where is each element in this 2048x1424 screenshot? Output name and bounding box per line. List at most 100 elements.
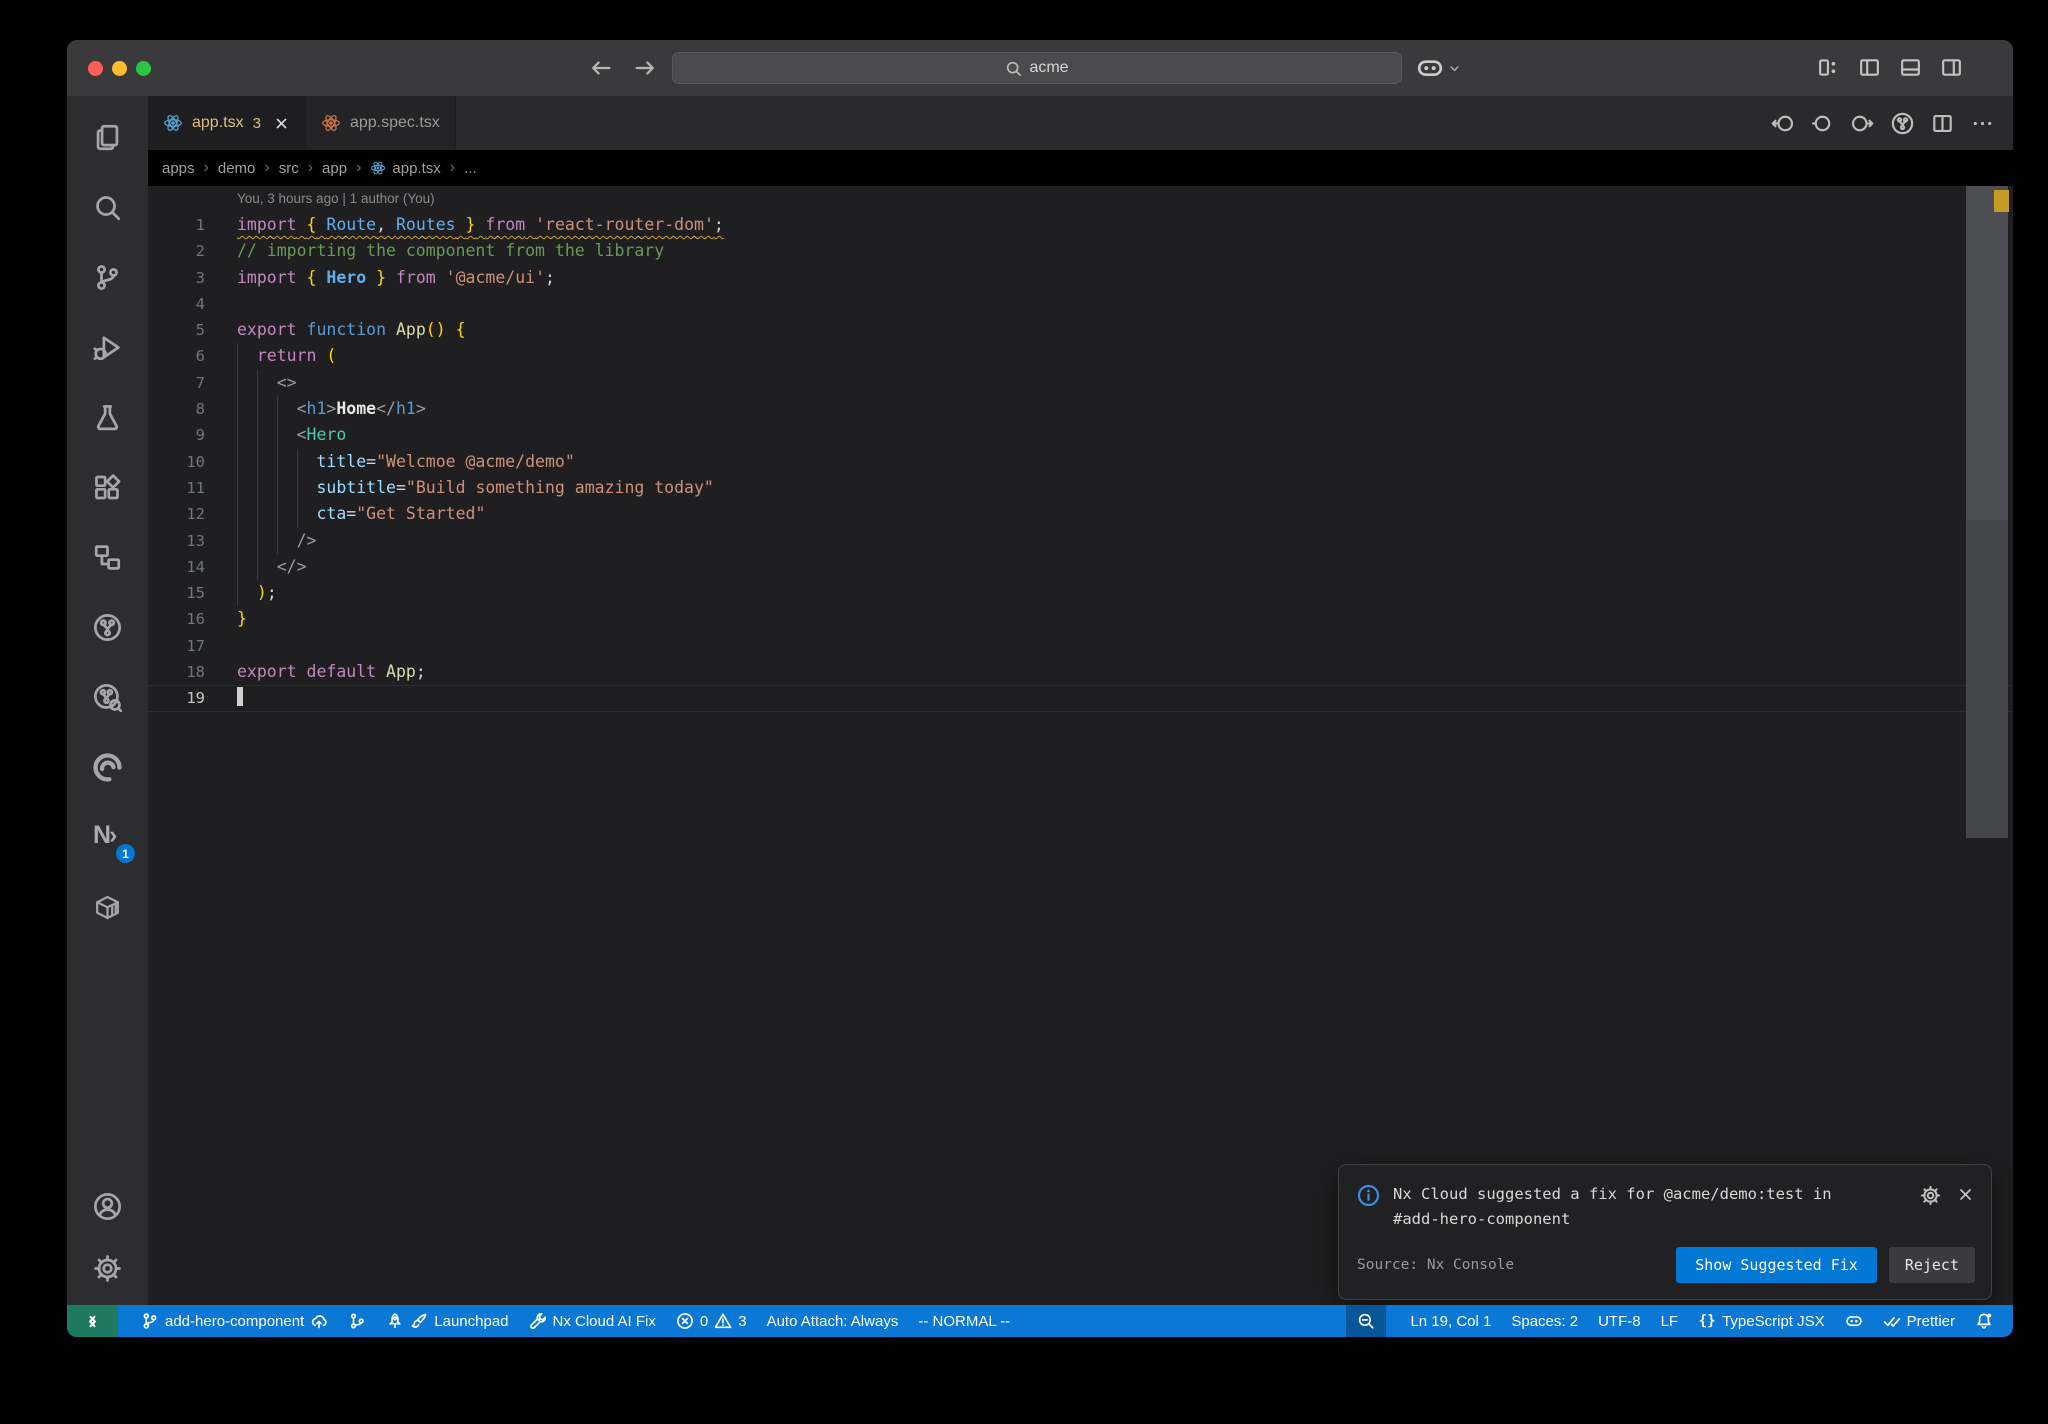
sidebar-item-run-and-debug[interactable] <box>67 312 148 382</box>
sidebar-item-containers[interactable] <box>67 872 148 942</box>
code-line[interactable]: 12 cta="Get Started" <box>148 501 2013 528</box>
panel-bottom-icon[interactable] <box>1899 56 1922 79</box>
indent-guide <box>296 501 298 528</box>
panel-left-icon[interactable] <box>1858 56 1881 79</box>
notification-close-icon[interactable] <box>1956 1185 1975 1204</box>
more-icon[interactable] <box>1971 112 1994 135</box>
sidebar-item-nx-console[interactable]: N› 1 <box>67 802 148 872</box>
code-line-text: import { Route, Routes } from 'react-rou… <box>237 212 724 238</box>
code-line[interactable]: 5 export function App() { <box>148 317 2013 343</box>
code-token: '@acme/ui' <box>445 267 546 287</box>
statusbar-formatter-prettier[interactable]: Prettier <box>1873 1305 1965 1337</box>
statusbar-problems[interactable]: 03 <box>666 1305 757 1337</box>
code-editor[interactable]: You, 3 hours ago | 1 author (You) 1 impor… <box>148 186 2013 1305</box>
statusbar-git-branch[interactable]: add-hero-component <box>131 1305 338 1337</box>
statusbar-cursor-position[interactable]: Ln 19, Col 1 <box>1400 1305 1501 1337</box>
statusbar-source-control-graph[interactable] <box>338 1305 376 1337</box>
breadcrumb-item-app[interactable]: app <box>320 160 349 177</box>
breadcrumb-label: ... <box>464 159 477 177</box>
statusbar-nx-cloud-ai-fix[interactable]: Nx Cloud AI Fix <box>519 1305 666 1337</box>
code-line[interactable]: 14 </> <box>148 553 2013 581</box>
scrollbar-thumb[interactable] <box>1966 186 2008 520</box>
cloud-upload-icon <box>310 1312 328 1330</box>
code-line[interactable]: 17 <box>148 633 2013 659</box>
statusbar-language-mode[interactable]: {} TypeScript JSX <box>1688 1305 1835 1337</box>
breadcrumb-item-...[interactable]: ... <box>462 160 479 177</box>
code-line[interactable]: 4 <box>148 291 2013 317</box>
code-line[interactable]: 10 title="Welcmoe @acme/demo" <box>148 448 2013 475</box>
code-line[interactable]: 1 import { Route, Routes } from 'react-ro… <box>148 212 2013 238</box>
statusbar-launchpad[interactable]: Launchpad <box>376 1305 518 1337</box>
statusbar-indentation[interactable]: Spaces: 2 <box>1501 1305 1588 1337</box>
tab-app.tsx[interactable]: app.tsx 3 <box>148 96 306 150</box>
code-line[interactable]: 8 <h1>Home</h1> <box>148 396 2013 423</box>
statusbar-zoom-indicator[interactable] <box>1346 1305 1387 1337</box>
arrow-right-icon[interactable] <box>633 56 657 80</box>
sidebar-item-project-structure[interactable] <box>67 522 148 592</box>
run-fork-icon[interactable] <box>1891 112 1914 135</box>
sidebar-item-explorer[interactable] <box>67 102 148 172</box>
code-line[interactable]: 11 subtitle="Build something amazing tod… <box>148 474 2013 502</box>
statusbar-auto-attach[interactable]: Auto Attach: Always <box>757 1305 909 1337</box>
copilot-menu[interactable] <box>1416 54 1462 82</box>
breadcrumb-item-apps[interactable]: apps <box>160 160 197 177</box>
statusbar-copilot[interactable] <box>1835 1305 1873 1337</box>
nav-dot-icon[interactable] <box>1811 112 1834 135</box>
close-icon[interactable] <box>273 115 290 132</box>
breadcrumb-item-app.tsx[interactable]: app.tsx <box>368 160 442 177</box>
code-line[interactable]: 13 /> <box>148 527 2013 554</box>
code-line[interactable]: 6 return ( <box>148 343 2013 370</box>
code-token: < <box>296 399 307 419</box>
tab-app.spec.tsx[interactable]: app.spec.tsx <box>305 96 456 150</box>
breadcrumb-item-demo[interactable]: demo <box>216 160 258 177</box>
sidebar-item-search[interactable] <box>67 172 148 242</box>
nav-forward-icon[interactable] <box>1851 112 1874 135</box>
code-token: = <box>366 451 377 471</box>
indent-guide <box>276 396 278 423</box>
sidebar-item-nx-graph-search[interactable] <box>67 662 148 732</box>
sidebar-item-manage-settings[interactable] <box>67 1237 148 1299</box>
show-suggested-fix-button[interactable]: Show Suggested Fix <box>1676 1247 1877 1283</box>
sidebar-item-accounts[interactable] <box>67 1175 148 1237</box>
statusbar-notifications-bell[interactable] <box>1965 1305 2003 1337</box>
code-line[interactable]: 15 ); <box>148 580 2013 607</box>
minimize-button[interactable] <box>112 60 127 76</box>
close-button[interactable] <box>88 60 103 76</box>
nav-back-icon[interactable] <box>1771 112 1794 135</box>
sidebar-item-nx-project-graph[interactable] <box>67 592 148 662</box>
command-center-search[interactable]: acme <box>672 52 1402 84</box>
breadcrumb-item-src[interactable]: src <box>277 160 301 177</box>
remote-indicator[interactable] <box>67 1305 118 1337</box>
code-line-text: /> <box>237 527 316 554</box>
notification-gear-icon[interactable] <box>1920 1185 1941 1206</box>
arrow-left-icon[interactable] <box>589 56 613 80</box>
sidebar-item-edge-devtools[interactable] <box>67 732 148 802</box>
code-line[interactable]: 16} <box>148 606 2013 632</box>
statusbar-eol[interactable]: LF <box>1651 1305 1689 1337</box>
layout-customize-icon[interactable] <box>1817 56 1840 79</box>
scrollbar-thumb-lower[interactable] <box>1966 520 2008 838</box>
sidebar-item-extensions[interactable] <box>67 452 148 522</box>
code-line[interactable]: 9 <Hero <box>148 422 2013 449</box>
statusbar-vim-mode[interactable]: -- NORMAL -- <box>908 1305 1020 1337</box>
reject-button[interactable]: Reject <box>1888 1247 1975 1283</box>
window-controls[interactable] <box>88 60 151 76</box>
panel-right-icon[interactable] <box>1940 56 1963 79</box>
code-token: < <box>296 425 307 445</box>
indent-guide <box>256 501 258 528</box>
split-editor-icon[interactable] <box>1931 112 1954 135</box>
code-line[interactable]: 18 export default App; <box>148 659 2013 685</box>
code-line[interactable]: 2 // importing the component from the lib… <box>148 238 2013 264</box>
statusbar-encoding[interactable]: UTF-8 <box>1588 1305 1651 1337</box>
code-line[interactable]: 19 <box>148 685 2013 711</box>
main-area: N› 1 app.tsx 3 app.spec.tsx apps › demo › src › a… <box>67 96 2013 1305</box>
brush-icon <box>410 1312 428 1330</box>
zoom-button[interactable] <box>136 60 151 76</box>
code-line[interactable]: 3 import { Hero } from '@acme/ui'; <box>148 265 2013 291</box>
sidebar-item-testing[interactable] <box>67 382 148 452</box>
extensions-icon <box>93 473 122 502</box>
code-line[interactable]: 7 <> <box>148 369 2013 397</box>
sidebar-item-source-control[interactable] <box>67 242 148 312</box>
